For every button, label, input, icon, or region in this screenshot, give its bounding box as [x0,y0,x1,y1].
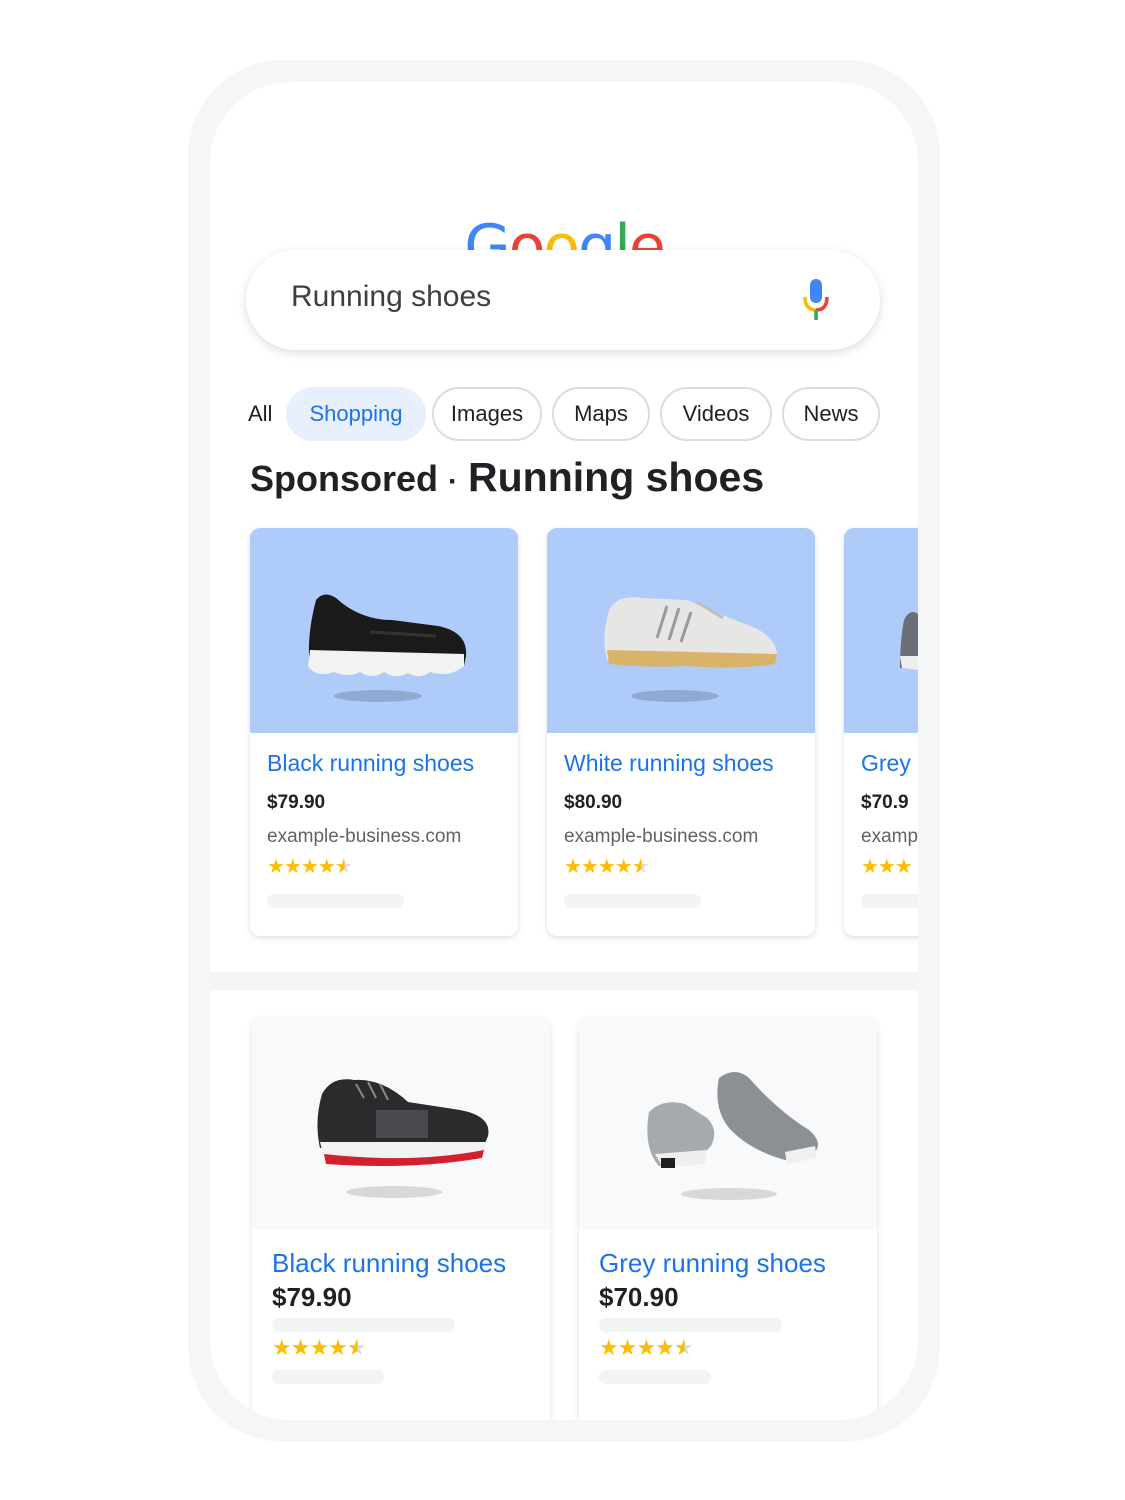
black-red-sneaker-image[interactable] [252,1018,550,1230]
section-title: Running shoes [468,454,765,500]
tab-shopping[interactable]: Shopping [286,387,426,441]
product-price: $79.90 [272,1282,352,1312]
black-sneaker-image[interactable] [250,528,518,733]
merchant-site: example-business.com [267,826,462,847]
stars-full: ★★★★ [267,856,336,878]
star-rating: ★★★★★ [564,854,650,879]
product-price: $79.90 [267,792,326,813]
product-name[interactable]: Grey [861,750,911,777]
search-input[interactable]: Running shoes [291,280,491,314]
product-price: $70.90 [599,1282,679,1312]
stars-full: ★★★★ [599,1335,675,1360]
separator-dot: · [448,465,459,498]
half-star-icon: ★ [673,1335,694,1360]
sponsored-label: Sponsored [250,458,439,499]
phone-screen: Google Running shoes All Shopping Images… [210,82,918,1420]
placeholder-bar [564,894,701,908]
mic-icon[interactable] [801,277,831,323]
tab-all[interactable]: All [248,387,272,441]
stars-full: ★★★★ [272,1335,348,1360]
half-star-icon: ★ [631,856,650,878]
star-rating: ★★★★★ [267,854,353,879]
placeholder-bar [272,1370,384,1384]
sponsored-product-card[interactable]: Black running shoes $79.90 example-busin… [250,528,518,936]
product-name[interactable]: Black running shoes [272,1248,506,1279]
stars-full: ★★★★ [564,856,633,878]
star-rating: ★★★ [861,856,913,878]
sponsored-product-card[interactable]: White running shoes $80.90 example-busin… [547,528,815,936]
merchant-site: example-business.com [564,826,759,847]
tab-images[interactable]: Images [432,387,542,441]
product-price: $80.90 [564,792,623,813]
placeholder-bar [599,1318,782,1332]
half-star-icon: ★ [346,1335,367,1360]
section-divider [210,972,918,990]
star-rating: ★★★★★ [599,1335,694,1361]
tab-news[interactable]: News [782,387,880,441]
placeholder-bar [599,1370,711,1384]
placeholder-bar [861,894,918,908]
merchant-site: examp [861,826,918,847]
tab-maps[interactable]: Maps [552,387,650,441]
product-name[interactable]: Grey running shoes [599,1248,826,1279]
product-name[interactable]: White running shoes [564,750,774,777]
star-rating: ★★★★★ [272,1335,367,1361]
placeholder-bar [272,1318,455,1332]
section-heading: Sponsored · Running shoes [250,454,764,501]
tab-videos[interactable]: Videos [660,387,772,441]
product-price: $70.9 [861,792,909,813]
half-star-icon: ★ [334,856,353,878]
white-sneaker-image[interactable] [547,528,815,733]
sponsored-product-card[interactable]: Grey $70.9 examp ★★★ [844,528,918,936]
placeholder-bar [267,894,404,908]
product-name[interactable]: Black running shoes [267,750,474,777]
product-card[interactable]: Black running shoes $79.90 ★★★★★ [252,1018,550,1420]
grey-sneaker-image[interactable] [844,528,918,733]
search-bar[interactable]: Running shoes [246,250,880,350]
product-card[interactable]: Grey running shoes $70.90 ★★★★★ [579,1018,877,1420]
grey-sneakers-pair-image[interactable] [579,1018,877,1230]
